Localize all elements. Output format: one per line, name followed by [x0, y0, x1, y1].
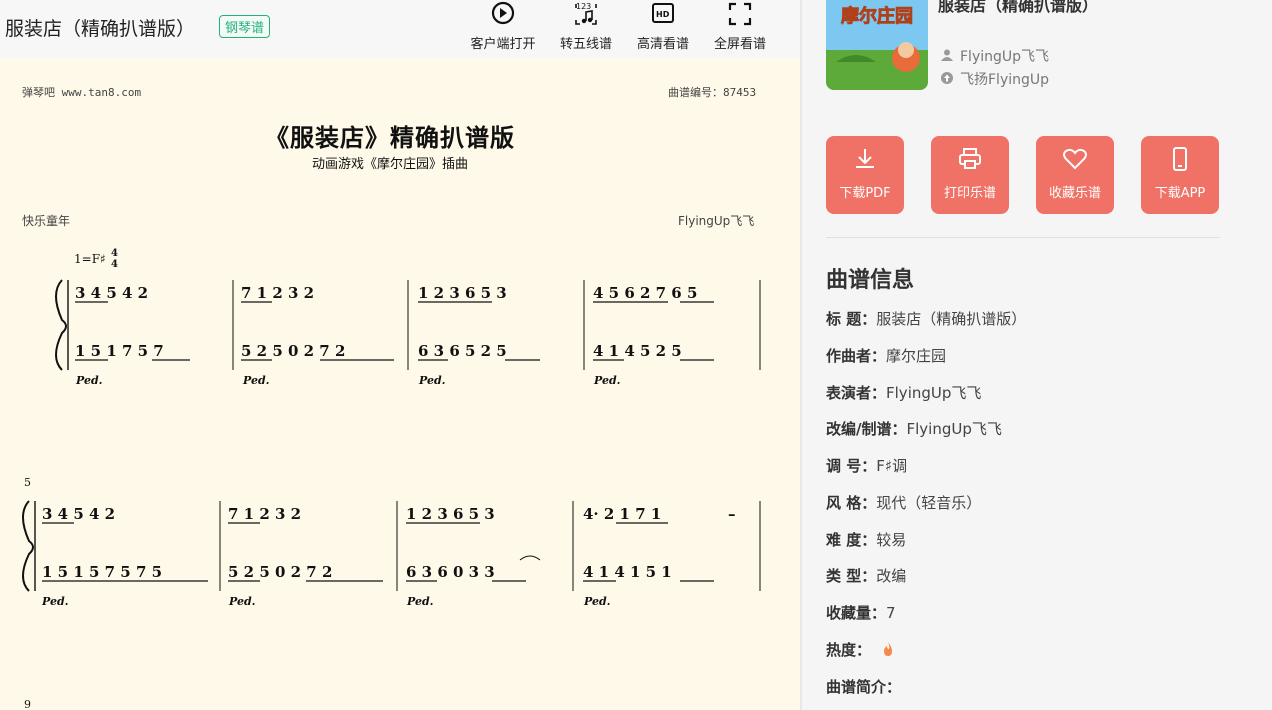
favorite-label: 收藏乐谱 — [1048, 186, 1101, 201]
treble-m5: 3 4 5 4 2 — [42, 505, 115, 523]
info-row-arranger: 改编/制谱：FlyingUp飞飞 — [826, 420, 1002, 438]
bass-m1: 1 5 1 7 5 7 — [75, 342, 164, 360]
bass-m7: 6 3 6 0 3 3 — [406, 563, 495, 581]
notation-staff: 1=F♯ 4 4 3 4 5 4 2 7 1 2 3 2 1 2 3 6 5 3… — [22, 248, 761, 710]
author-name: FlyingUp飞飞 — [960, 49, 1050, 65]
user-icon — [940, 49, 954, 65]
pedal-mark: Ped. — [593, 374, 621, 387]
measure-number-5: 5 — [24, 476, 31, 489]
pedal-mark: Ped. — [228, 595, 256, 608]
fullscreen-label: 全屏看谱 — [713, 37, 766, 52]
convert-staff-label: 转五线谱 — [559, 37, 612, 52]
info-row-title: 标 题：服装店（精确扒谱版） — [826, 310, 1027, 328]
download-pdf-button[interactable]: 下载PDF — [826, 136, 904, 214]
pedal-mark: Ped. — [41, 595, 69, 608]
download-icon — [856, 149, 874, 168]
pedal-mark: Ped. — [583, 595, 611, 608]
treble-m6: 7 1 2 3 2 — [228, 505, 301, 523]
info-row-type: 类 型：改编 — [826, 567, 907, 585]
print-label: 打印乐谱 — [943, 186, 996, 201]
flame-icon — [883, 642, 892, 656]
sheet-music-image[interactable]: 弹琴吧 www.tan8.com 曲谱编号：87453 《服装店》精确扒谱版 动… — [0, 58, 800, 710]
numbered-notation-icon: 123 — [575, 2, 597, 25]
info-row-favorites: 收藏量：7 — [826, 604, 896, 622]
play-circle-icon — [491, 1, 515, 25]
bass-m2: 5 2 5 0 2 7 2 — [241, 342, 345, 360]
treble-m4: 4 5 6 2 7 6 5 — [593, 284, 697, 302]
system-brace-2 — [22, 500, 34, 592]
phone-icon — [1173, 147, 1187, 171]
treble-m1: 3 4 5 4 2 — [75, 284, 148, 302]
score-toolbar: 服装店（精确扒谱版） 钢琴谱 客户端打开 123 转五线谱 HD 高清看谱 全屏… — [0, 0, 800, 58]
heart-icon — [1063, 148, 1087, 170]
bass-m5: 1 5 1 5 7 5 7 5 — [42, 563, 162, 581]
info-row-style: 风 格：现代（轻音乐） — [826, 494, 982, 512]
author-row[interactable]: FlyingUp飞飞 — [940, 46, 1049, 66]
pedal-mark: Ped. — [418, 374, 446, 387]
uploader-name: 飞扬FlyingUp — [960, 72, 1050, 88]
game-cover-art: 摩尔庄园 — [826, 0, 928, 90]
svg-text:HD: HD — [656, 10, 670, 19]
measure-number-9: 9 — [24, 698, 31, 710]
treble-m7: 1 2 3 6 5 3 — [406, 505, 495, 523]
info-row-composer: 作曲者：摩尔庄园 — [826, 347, 947, 365]
system-brace-1 — [55, 279, 67, 371]
pedal-mark: Ped. — [75, 374, 103, 387]
info-heading: 曲谱信息 — [826, 268, 915, 293]
info-row-intro: 曲谱简介： — [826, 678, 902, 696]
info-row-key: 调 号：F♯调 — [826, 457, 908, 475]
hd-view-button[interactable]: HD 高清看谱 — [623, 0, 703, 52]
song-title: 服装店（精确扒谱版） — [938, 0, 1099, 15]
convert-staff-button[interactable]: 123 转五线谱 — [546, 0, 626, 52]
pedal-mark: Ped. — [406, 595, 434, 608]
info-row-heat: 热度： — [826, 639, 896, 660]
treble-m3: 1 2 3 6 5 3 — [418, 284, 507, 302]
hd-icon: HD — [652, 3, 674, 23]
treble-m2: 7 1 2 3 2 — [241, 284, 314, 302]
printer-icon — [959, 148, 981, 169]
open-in-client-button[interactable]: 客户端打开 — [463, 0, 543, 52]
bass-m4: 4 1 4 5 2 5 — [593, 342, 682, 360]
cover-logo-text: 摩尔庄园 — [841, 5, 913, 27]
divider — [826, 237, 1220, 238]
time-sig-top: 4 — [111, 248, 118, 259]
download-pdf-label: 下载PDF — [839, 186, 891, 201]
download-app-button[interactable]: 下载APP — [1141, 136, 1219, 214]
page-title: 服装店（精确扒谱版） — [5, 18, 196, 40]
category-badge[interactable]: 钢琴谱 — [219, 15, 271, 38]
download-app-label: 下载APP — [1154, 186, 1206, 201]
bass-m6: 5 2 5 0 2 7 2 — [228, 563, 332, 581]
hd-view-label: 高清看谱 — [636, 37, 689, 52]
bass-m3: 6 3 6 5 2 5 — [418, 342, 507, 360]
fullscreen-button[interactable]: 全屏看谱 — [700, 0, 780, 52]
bass-m8: 4 1 4 1 5 1 — [583, 563, 672, 581]
svg-text:123: 123 — [576, 2, 591, 11]
print-button[interactable]: 打印乐谱 — [931, 136, 1009, 214]
cover-image[interactable]: 摩尔庄园 — [826, 0, 928, 90]
sidebar: 摩尔庄园 服装店（精确扒谱版） FlyingUp飞飞 飞扬FlyingUp 下载… — [800, 0, 1272, 710]
pedal-mark: Ped. — [242, 374, 270, 387]
uploader-row[interactable]: 飞扬FlyingUp — [940, 69, 1049, 89]
open-in-client-label: 客户端打开 — [470, 37, 536, 52]
info-row-difficulty: 难 度：较易 — [826, 531, 907, 549]
upload-icon — [940, 72, 954, 88]
info-row-performer: 表演者：FlyingUp飞飞 — [826, 384, 982, 402]
fullscreen-icon — [728, 2, 752, 26]
key-signature: 1=F♯ — [74, 252, 106, 266]
treble-m8: 4· 2 1 7 1 — [583, 505, 661, 523]
time-sig-bottom: 4 — [111, 259, 118, 270]
tie-dash: – — [728, 505, 736, 523]
score-panel: 服装店（精确扒谱版） 钢琴谱 客户端打开 123 转五线谱 HD 高清看谱 全屏… — [0, 0, 800, 710]
favorite-button[interactable]: 收藏乐谱 — [1036, 136, 1114, 214]
